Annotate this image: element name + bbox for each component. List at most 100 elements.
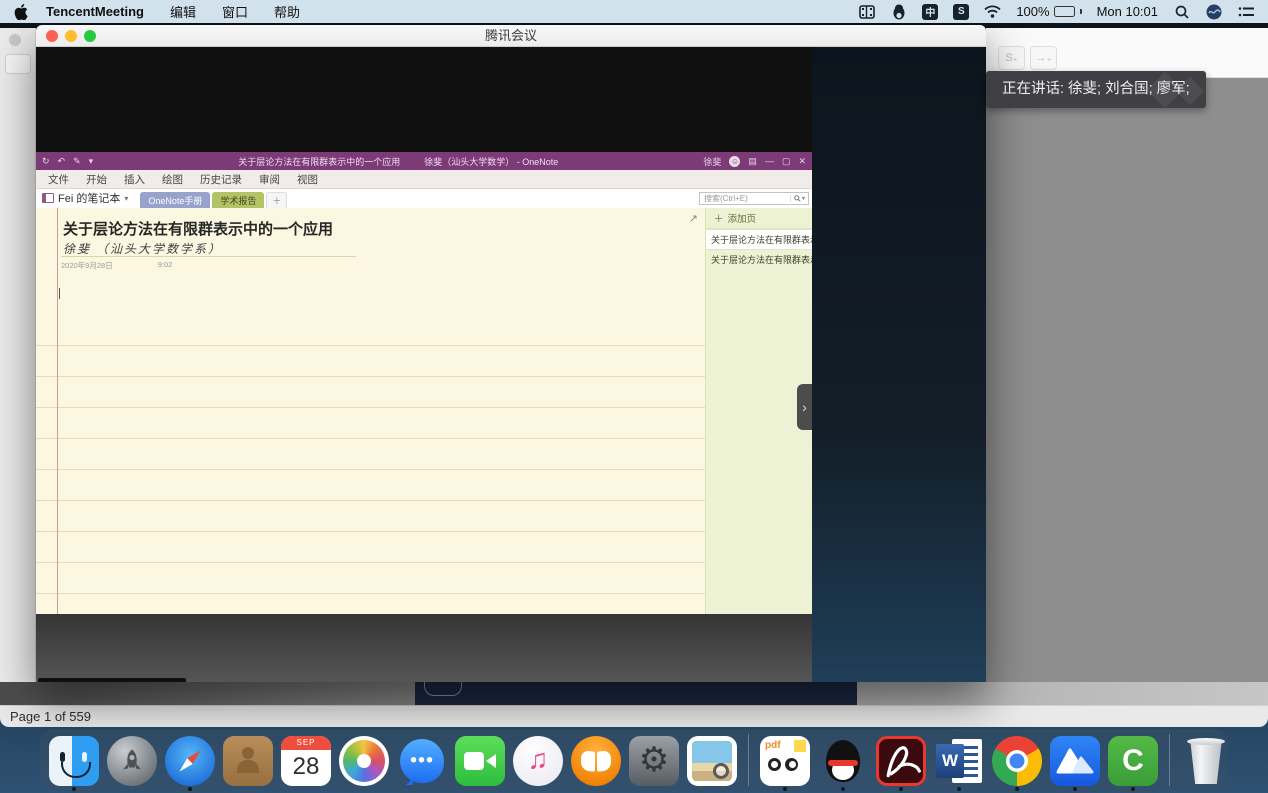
pen-icon[interactable]: ✎ [73, 156, 81, 167]
tab-file[interactable]: 文件 [48, 172, 69, 187]
arrow-annotation-button[interactable]: →₊ [1030, 46, 1057, 70]
page-list-item[interactable]: 关于层论方法在有限群表示中的一— [706, 229, 812, 250]
notebook-icon [42, 193, 54, 203]
ribbon-tab-bar: 文件 开始 插入 绘图 历史记录 审阅 视图 [36, 170, 812, 189]
dock-divider [748, 734, 749, 786]
account-name[interactable]: 徐斐 [703, 155, 721, 168]
siri-icon[interactable] [1205, 3, 1222, 20]
text-cursor [59, 288, 60, 299]
background-window-left-edge [0, 28, 36, 705]
dock-safari-icon[interactable] [165, 736, 215, 786]
dock-tencent-meeting-icon[interactable] [1050, 736, 1100, 786]
dock-word-icon[interactable]: W [934, 736, 984, 786]
background-window-bottom [0, 682, 1268, 705]
dock-qq-icon[interactable] [818, 736, 868, 786]
dock-preview-icon[interactable] [687, 736, 737, 786]
collapse-panel-handle[interactable]: › [797, 384, 812, 430]
dock-trash-icon[interactable] [1181, 736, 1231, 786]
dock-calendar-icon[interactable]: SEP 28 [281, 736, 331, 786]
section-tab-academic-reports[interactable]: 学术报告 [212, 192, 264, 208]
note-page-canvas[interactable]: 关于层论方法在有限群表示中的一个应用 徐斐 （汕头大学数学系） 2020年9月2… [36, 208, 705, 614]
page-list-item[interactable]: 关于层论方法在有限群表示中的应 [706, 250, 812, 271]
apple-menu-icon[interactable] [14, 4, 28, 20]
note-date: 2020年9月28日 [61, 260, 113, 271]
onenote-close-icon[interactable]: ✕ [798, 156, 806, 167]
speaking-now-tooltip: 正在讲话: 徐斐; 刘合国; 廖军; [986, 71, 1206, 108]
new-section-tab[interactable]: ＋ [266, 192, 287, 208]
tab-home[interactable]: 开始 [86, 172, 107, 187]
wifi-icon[interactable] [984, 3, 1001, 20]
dock-finder-icon[interactable] [49, 736, 99, 786]
notebook-nav-bar: Fei 的笔记本 ▾ OneNote手册 学术报告 ＋ 搜索(Ctrl+E) ▾ [36, 189, 812, 208]
notification-center-icon[interactable] [1237, 3, 1254, 20]
ribbon-display-icon[interactable]: ▤ [748, 156, 757, 167]
dock-acrobat-icon[interactable] [876, 736, 926, 786]
shared-desktop-area [36, 614, 812, 682]
tab-history[interactable]: 历史记录 [200, 172, 242, 187]
dock-photos-icon[interactable] [339, 736, 389, 786]
meeting-window-title: 腾讯会议 [36, 25, 986, 47]
search-placeholder: 搜索(Ctrl+E) [704, 193, 748, 204]
active-app-name[interactable]: TencentMeeting [46, 4, 144, 19]
menu-help[interactable]: 帮助 [274, 2, 300, 21]
menu-edit[interactable]: 编辑 [170, 2, 196, 21]
section-tab-onenote-manual[interactable]: OneNote手册 [140, 192, 210, 208]
spotlight-search-icon[interactable] [1173, 3, 1190, 20]
film-status-icon[interactable] [858, 3, 875, 20]
battery-percent: 100% [1016, 4, 1049, 19]
add-page-button[interactable]: ＋ 添加页 [706, 208, 812, 229]
qq-status-icon[interactable] [890, 3, 907, 20]
tab-draw[interactable]: 绘图 [162, 172, 183, 187]
dock-ibooks-icon[interactable] [571, 736, 621, 786]
tab-view[interactable]: 视图 [297, 172, 318, 187]
sogou-status-icon[interactable]: S [953, 4, 969, 20]
calendar-day: 28 [281, 750, 331, 784]
expand-page-icon[interactable]: ↗ [689, 212, 698, 225]
dock-camtasia-icon[interactable]: C [1108, 736, 1158, 786]
onenote-restore-icon[interactable]: ▢ [782, 156, 791, 167]
tab-review[interactable]: 审阅 [259, 172, 280, 187]
menu-window[interactable]: 窗口 [222, 2, 248, 21]
dock-launchpad-icon[interactable] [107, 736, 157, 786]
page-list-panel: ＋ 添加页 关于层论方法在有限群表示中的一— 关于层论方法在有限群表示中的应 [705, 208, 812, 614]
calendar-month: SEP [281, 736, 331, 750]
note-author[interactable]: 徐斐 （汕头大学数学系） [63, 240, 222, 257]
inactive-traffic-light[interactable] [9, 34, 21, 46]
battery-indicator[interactable]: 100% [1016, 4, 1081, 19]
tencent-meeting-window: 腾讯会议 ↻ ↶ ✎ ▾ 关于层论方法在有限群表示中的一个应用徐斐（汕头大学数学… [36, 25, 986, 682]
notebook-selector[interactable]: Fei 的笔记本 ▾ [42, 190, 128, 206]
account-avatar[interactable]: ☺ [729, 156, 740, 167]
dock-chrome-icon[interactable] [992, 736, 1042, 786]
dock-facetime-icon[interactable] [455, 736, 505, 786]
undo-icon[interactable]: ↶ [58, 156, 66, 167]
dock-system-preferences-icon[interactable]: ⚙ [629, 736, 679, 786]
note-meta: 2020年9月28日 9:02 [61, 260, 172, 271]
plus-icon: ＋ [714, 211, 724, 225]
dock-itunes-icon[interactable]: ♫ [513, 736, 563, 786]
battery-icon [1054, 6, 1075, 17]
note-time: 9:02 [158, 260, 173, 271]
onenote-minimize-icon[interactable]: — [765, 156, 774, 166]
dock-messages-icon[interactable]: ••• [397, 736, 447, 786]
screen-share-banner[interactable]: 徐斐的屏幕共享 [38, 678, 186, 682]
dock-pdf-expert-icon[interactable]: pdf [760, 736, 810, 786]
ruled-lines [36, 315, 705, 614]
menu-bar-clock[interactable]: Mon 10:01 [1097, 4, 1158, 19]
quick-access-dropdown-icon[interactable]: ▾ [89, 156, 94, 167]
search-scope-control[interactable]: ▾ [790, 195, 808, 202]
redo-icon[interactable]: ↻ [42, 156, 50, 167]
background-toolbar-button[interactable] [5, 54, 31, 74]
page-indicator: Page 1 of 559 [10, 709, 91, 724]
search-input[interactable]: 搜索(Ctrl+E) ▾ [699, 192, 809, 205]
dock-divider [1169, 734, 1170, 786]
onenote-title-bar: ↻ ↶ ✎ ▾ 关于层论方法在有限群表示中的一个应用徐斐（汕头大学数学） - O… [36, 152, 812, 170]
tab-insert[interactable]: 插入 [124, 172, 145, 187]
chevron-right-icon: › [802, 399, 807, 415]
onenote-window-title: 关于层论方法在有限群表示中的一个应用徐斐（汕头大学数学） - OneNote [101, 155, 695, 168]
dock: SEP 28 ••• ♫ ⚙ pdf W C [40, 729, 1228, 791]
dock-contacts-icon[interactable] [223, 736, 273, 786]
strikethrough-annotation-button[interactable]: S₊ [998, 46, 1025, 70]
note-title[interactable]: 关于层论方法在有限群表示中的一个应用 [63, 218, 333, 239]
meeting-title-bar[interactable]: 腾讯会议 [36, 25, 986, 47]
input-method-icon[interactable]: 中 [922, 4, 938, 20]
